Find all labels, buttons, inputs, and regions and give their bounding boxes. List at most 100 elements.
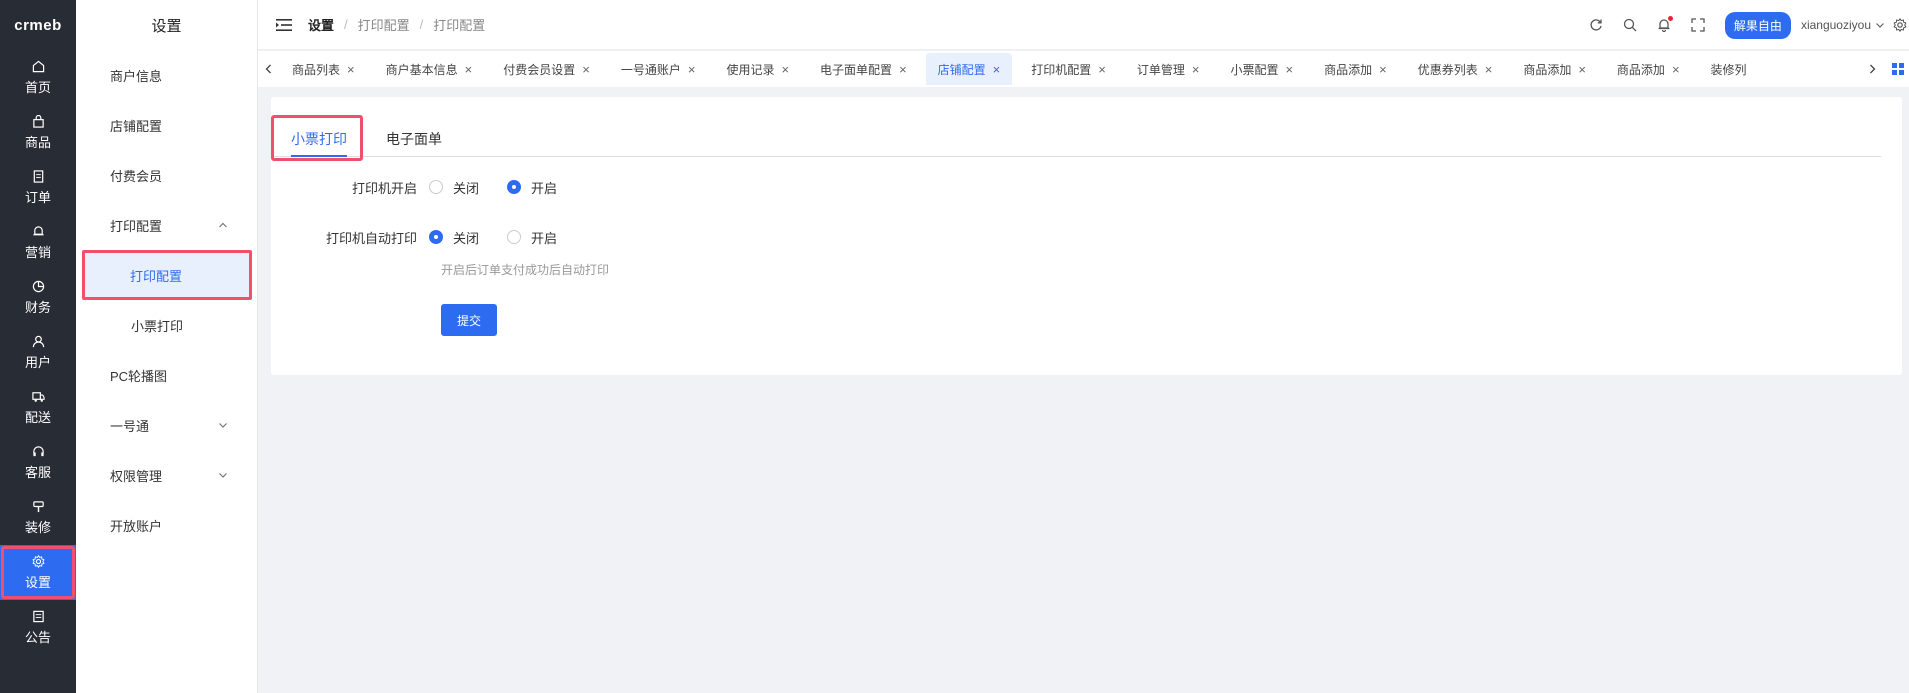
settings-gear-icon[interactable] — [1893, 18, 1907, 32]
close-icon[interactable]: × — [582, 62, 590, 77]
nav-item-1[interactable]: 商品 — [0, 105, 76, 160]
radio-checked-icon[interactable] — [429, 230, 443, 244]
page-tab-4[interactable]: 使用记录 × — [714, 53, 801, 85]
radio-circle-icon[interactable] — [429, 180, 443, 194]
notification-icon[interactable] — [1657, 16, 1673, 32]
nav-item-9[interactable]: 设置 — [0, 545, 76, 600]
page-tab-9[interactable]: 小票配置 × — [1218, 53, 1305, 85]
auto-print-label: 打印机自动打印 — [325, 230, 417, 246]
close-icon[interactable]: × — [1379, 62, 1387, 77]
sidebar-item-label: 打印配置 — [110, 218, 163, 234]
printer-enable-label: 打印机开启 — [351, 180, 417, 196]
sidebar-item-6[interactable]: PC轮播图 — [76, 350, 257, 400]
close-icon[interactable]: × — [1098, 62, 1106, 77]
sidebar-item-3[interactable]: 打印配置 — [76, 200, 257, 250]
sidebar-item-label: 一号通 — [110, 418, 150, 434]
chevron-down-icon[interactable] — [217, 469, 229, 481]
auto-print-off-radio[interactable]: 关闭 — [429, 228, 479, 247]
page-tab-label: 商户基本信息 — [385, 62, 458, 77]
printer-enable-off-radio[interactable]: 关闭 — [429, 178, 479, 197]
close-icon[interactable]: × — [1286, 62, 1294, 77]
sidebar-item-4[interactable]: 打印配置 — [82, 250, 252, 300]
page-tab-label: 订单管理 — [1136, 62, 1185, 77]
auto-print-hint: 开启后订单支付成功后自动打印 — [441, 263, 610, 277]
close-icon[interactable]: × — [1192, 62, 1200, 77]
tabs-menu-grid-icon[interactable] — [1891, 62, 1905, 76]
page-tab-label: 打印机配置 — [1031, 62, 1092, 77]
page-tab-label: 付费会员设置 — [503, 62, 576, 77]
radio-circle-icon[interactable] — [507, 230, 522, 244]
submit-button[interactable]: 提交 — [441, 304, 497, 336]
nav-item-7[interactable]: 客服 — [0, 435, 76, 490]
sidebar-item-5[interactable]: 小票打印 — [76, 300, 257, 350]
page-tab-2[interactable]: 付费会员设置 × — [491, 53, 602, 85]
page-tab-11[interactable]: 优惠券列表 × — [1406, 53, 1505, 85]
page-tab-0[interactable]: 商品列表 × — [280, 53, 367, 85]
page-tab-14[interactable]: 装修列 — [1699, 53, 1759, 85]
sidebar-item-1[interactable]: 店铺配置 — [76, 100, 257, 150]
close-icon[interactable]: × — [781, 62, 789, 77]
tab-receipt-print[interactable]: 小票打印 — [291, 129, 347, 149]
sidebar-item-label: 付费会员 — [110, 168, 163, 184]
close-icon[interactable]: × — [465, 62, 473, 77]
page-tab-12[interactable]: 商品添加 × — [1511, 53, 1598, 85]
nav-item-10[interactable]: 公告 — [0, 600, 76, 655]
page-tab-label: 小票配置 — [1230, 62, 1279, 77]
search-icon[interactable] — [1623, 18, 1637, 32]
page-tab-1[interactable]: 商户基本信息 × — [374, 53, 485, 85]
page-tab-label: 优惠券列表 — [1417, 62, 1478, 77]
nav-item-3[interactable]: 营销 — [0, 215, 76, 270]
top-header: 设置 / 打印配置 / 打印配置 解果自由 xianguoziyou — [258, 0, 1909, 50]
sidebar-item-2[interactable]: 付费会员 — [76, 150, 257, 200]
nav-item-label: 订单 — [24, 190, 51, 205]
printer-enable-on-radio[interactable]: 开启 — [507, 178, 557, 197]
refresh-icon[interactable] — [1589, 18, 1603, 32]
nav-item-8[interactable]: 装修 — [0, 490, 76, 545]
breadcrumb: 设置 / 打印配置 / 打印配置 — [308, 15, 486, 34]
chevron-down-icon[interactable] — [1875, 20, 1885, 30]
close-icon[interactable]: × — [1672, 62, 1680, 77]
page-tab-3[interactable]: 一号通账户 × — [609, 53, 708, 85]
page-tab-label: 商品添加 — [1523, 62, 1572, 77]
close-icon[interactable]: × — [688, 62, 696, 77]
nav-item-6[interactable]: 配送 — [0, 380, 76, 435]
menu-toggle-icon[interactable] — [276, 18, 292, 32]
sidebar-item-label: 权限管理 — [110, 468, 163, 484]
breadcrumb-item[interactable]: 设置 — [308, 15, 334, 34]
page-tab-10[interactable]: 商品添加 × — [1312, 53, 1399, 85]
breadcrumb-item[interactable]: 打印配置 — [358, 15, 410, 34]
chevron-down-icon[interactable] — [217, 419, 229, 431]
page-tab-7[interactable]: 打印机配置 × — [1019, 53, 1118, 85]
radio-checked-icon[interactable] — [507, 180, 522, 194]
chevron-up-icon[interactable] — [217, 219, 229, 231]
tab-electronic-waybill[interactable]: 电子面单 — [386, 129, 442, 149]
nav-item-5[interactable]: 用户 — [0, 325, 76, 380]
close-icon[interactable]: × — [899, 62, 907, 77]
sidebar-item-7[interactable]: 一号通 — [76, 400, 257, 450]
close-icon[interactable]: × — [347, 62, 355, 77]
bag-icon — [31, 114, 45, 128]
nav-item-4[interactable]: 财务 — [0, 270, 76, 325]
auto-print-on-radio[interactable]: 开启 — [507, 228, 557, 247]
nav-item-2[interactable]: 订单 — [0, 160, 76, 215]
close-icon[interactable]: × — [1485, 62, 1493, 77]
bell-icon — [31, 224, 45, 238]
page-tab-6[interactable]: 店铺配置 × — [925, 53, 1013, 85]
vip-button[interactable]: 解果自由 — [1724, 11, 1791, 39]
page-tab-5[interactable]: 电子面单配置 × — [808, 53, 919, 85]
nav-item-label: 客服 — [24, 465, 51, 480]
username[interactable]: xianguoziyou — [1801, 18, 1871, 32]
sidebar-item-8[interactable]: 权限管理 — [76, 450, 257, 500]
sidebar-item-9[interactable]: 开放账户 — [76, 500, 257, 550]
nav-item-0[interactable]: 首页 — [0, 50, 76, 105]
fullscreen-icon[interactable] — [1691, 18, 1705, 32]
tabs-scroll-right-icon[interactable] — [1861, 51, 1883, 87]
document-icon — [31, 169, 45, 183]
tabs-scroll-left-icon[interactable] — [258, 51, 280, 87]
page-tab-13[interactable]: 商品添加 × — [1605, 53, 1692, 85]
close-icon[interactable]: × — [993, 62, 1001, 77]
close-icon[interactable]: × — [1578, 62, 1586, 77]
page-tab-label: 商品添加 — [1616, 62, 1665, 77]
sidebar-item-0[interactable]: 商户信息 — [76, 50, 257, 100]
page-tab-8[interactable]: 订单管理 × — [1125, 53, 1212, 85]
